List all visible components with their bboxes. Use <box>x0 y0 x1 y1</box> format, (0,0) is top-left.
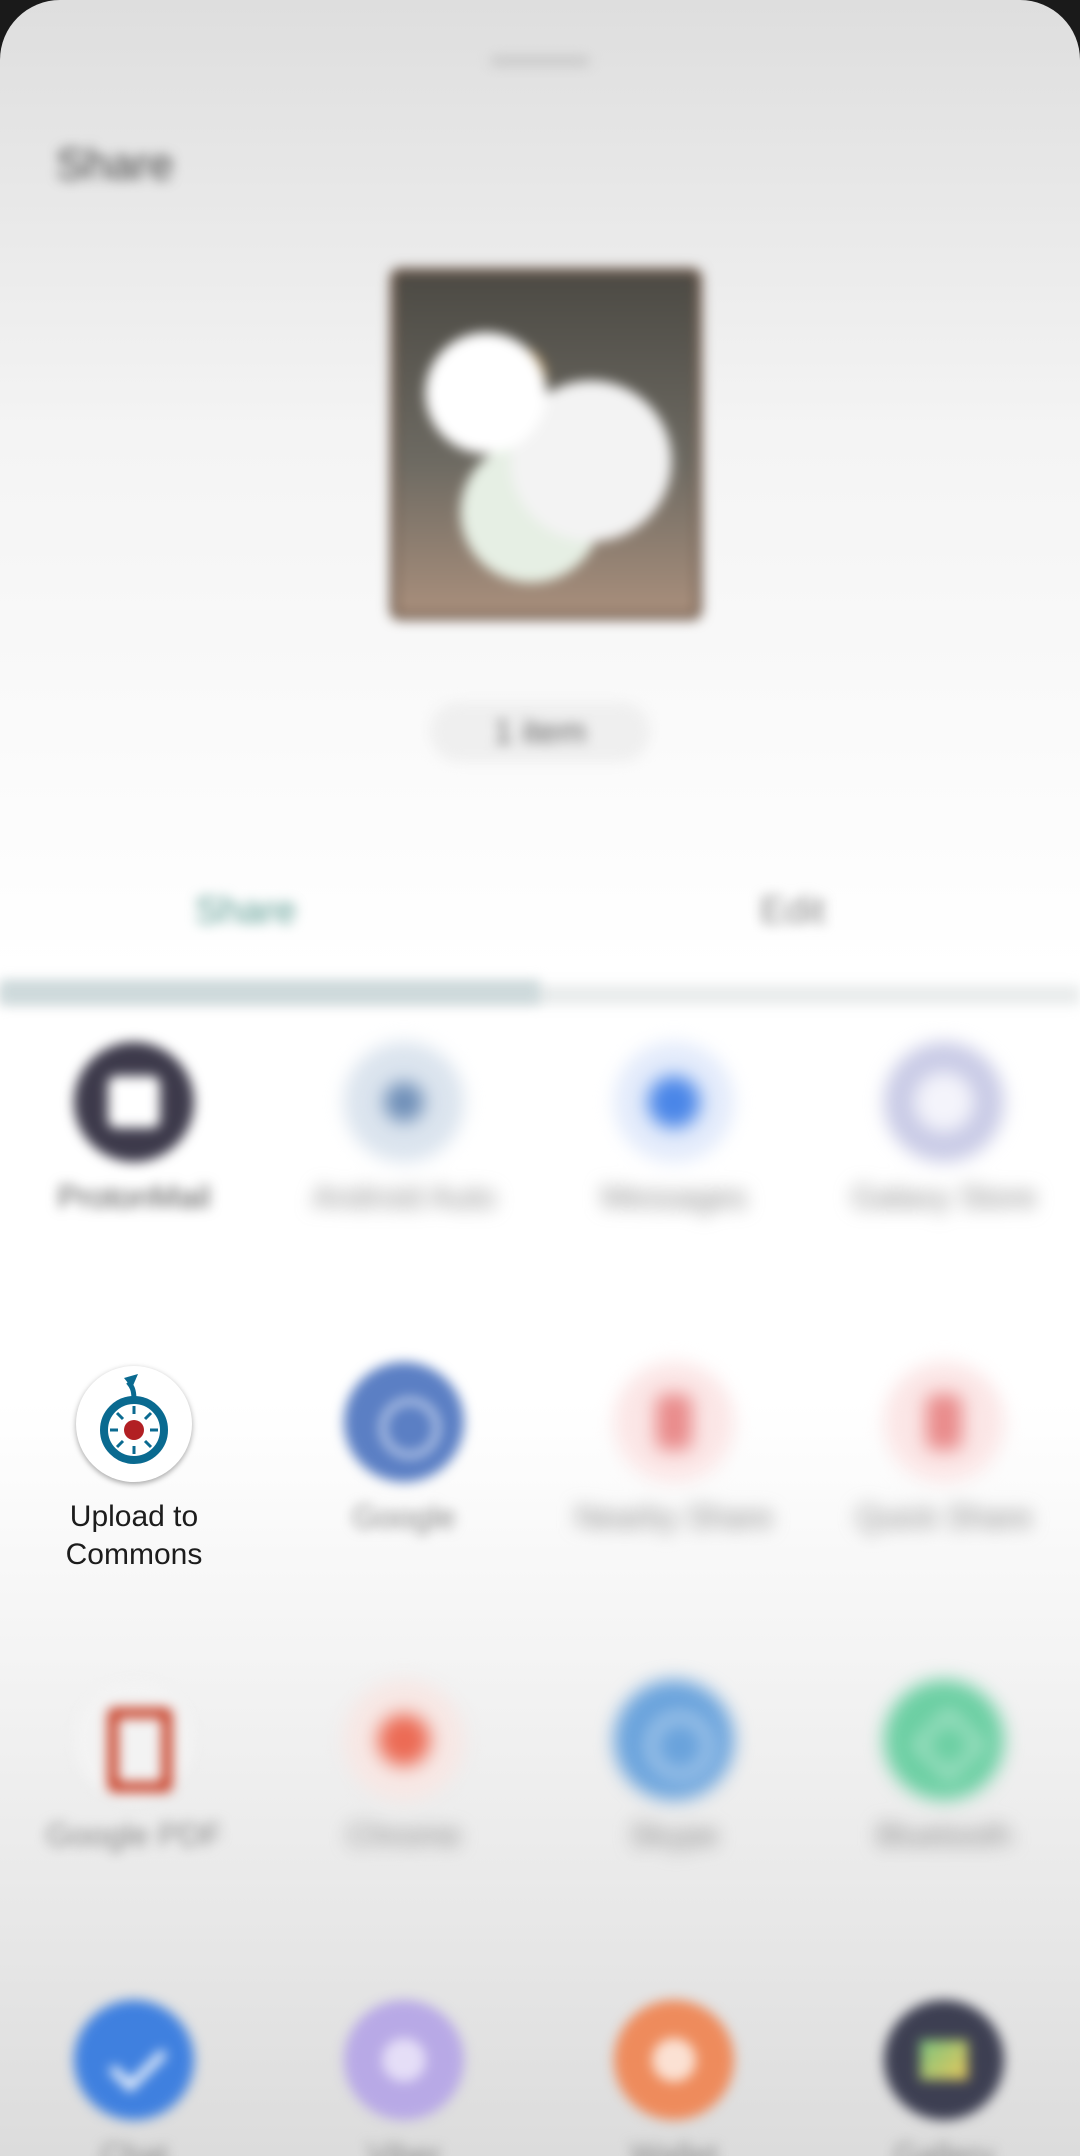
app-wallet[interactable]: Wallet <box>564 2000 784 2156</box>
app-galaxy-store[interactable]: Galaxy Store <box>834 1042 1054 1216</box>
tab-indicator <box>0 980 540 1004</box>
protonmail-icon <box>74 1042 194 1162</box>
app-google[interactable]: Google <box>294 1362 514 1536</box>
app-messages[interactable]: Messages <box>564 1042 784 1216</box>
tab-edit[interactable]: Edit <box>760 890 825 933</box>
wikimedia-commons-icon <box>76 1366 192 1482</box>
app-bluetooth[interactable]: Bluetooth <box>834 1680 1054 1854</box>
viber-icon <box>344 2000 464 2120</box>
app-office[interactable]: Google PDF <box>24 1680 244 1854</box>
office-icon <box>74 1680 194 1800</box>
galaxy-store-icon <box>884 1042 1004 1162</box>
app-protonmail[interactable]: ProtonMail <box>24 1042 244 1216</box>
app-chat[interactable]: Chat <box>24 2000 244 2156</box>
image-preview <box>390 268 702 620</box>
nearby-share-icon <box>614 1362 734 1482</box>
chrome-icon <box>344 1680 464 1800</box>
app-chrome[interactable]: Chrome <box>294 1680 514 1854</box>
app-android-auto[interactable]: Android Auto <box>294 1042 514 1216</box>
app-skype[interactable]: Skype <box>564 1680 784 1854</box>
preview-caption-chip[interactable]: 1 item <box>430 702 650 762</box>
quick-share-icon <box>884 1362 1004 1482</box>
drag-handle[interactable] <box>490 56 590 66</box>
tab-share[interactable]: Share <box>195 890 296 933</box>
messages-icon <box>614 1042 734 1162</box>
app-gallery[interactable]: Gallery <box>834 2000 1054 2156</box>
google-share-icon <box>344 1362 464 1482</box>
share-sheet: Share 1 item Share Edit ProtonMail Andro… <box>0 0 1080 2156</box>
android-auto-icon <box>344 1042 464 1162</box>
app-viber[interactable]: Viber <box>294 2000 514 2156</box>
app-quick-share[interactable]: Quick Share <box>834 1362 1054 1536</box>
skype-icon <box>614 1680 734 1800</box>
app-upload-to-commons[interactable]: Upload to Commons <box>24 1366 244 1574</box>
bluetooth-icon <box>884 1680 1004 1800</box>
sheet-title: Share <box>56 140 174 189</box>
gallery-icon <box>884 2000 1004 2120</box>
app-nearby-share[interactable]: Nearby Share <box>564 1362 784 1536</box>
wallet-icon <box>614 2000 734 2120</box>
chat-icon <box>74 2000 194 2120</box>
